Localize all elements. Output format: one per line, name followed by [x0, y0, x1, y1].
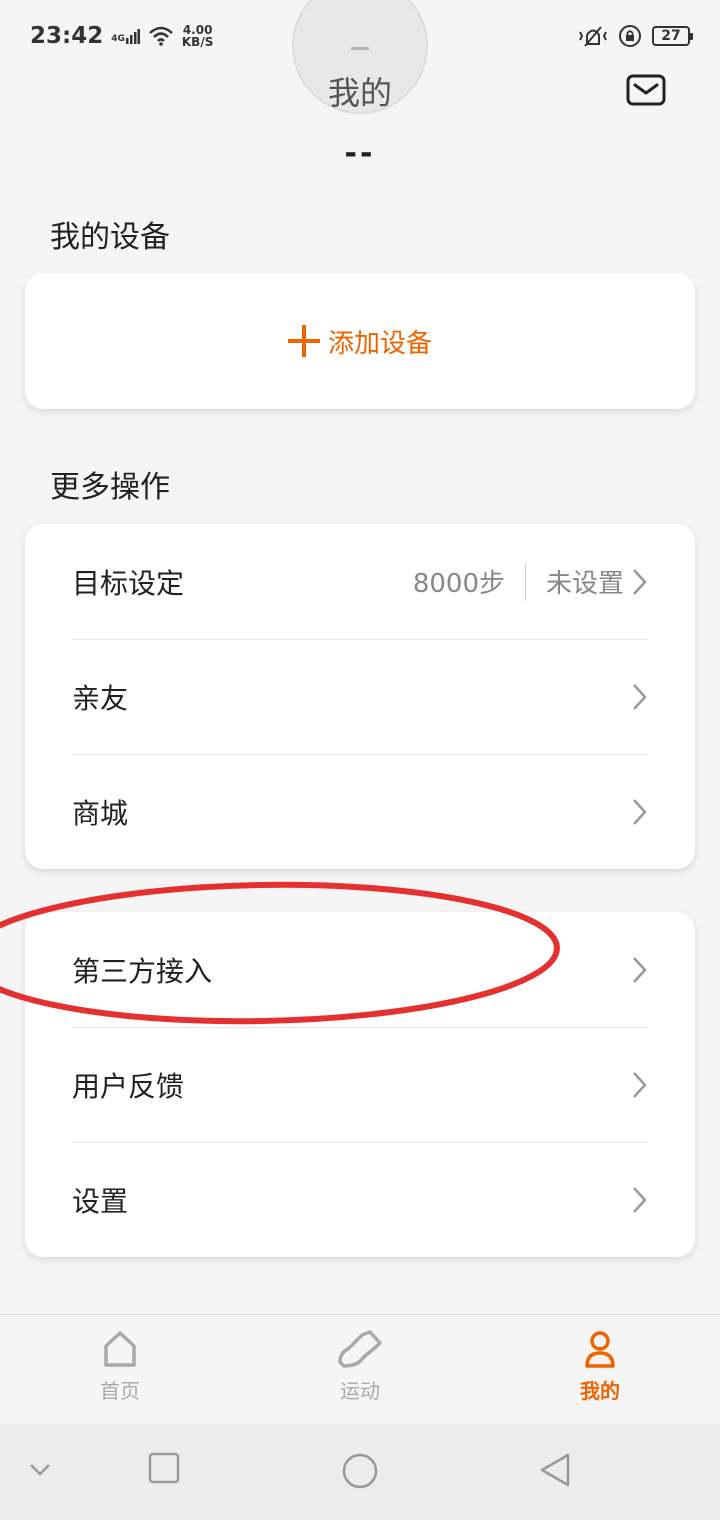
tab-sport-label: 运动 — [340, 1379, 380, 1403]
third-party-row[interactable]: 第三方接入 — [72, 912, 648, 1027]
sneaker-icon — [338, 1330, 382, 1368]
section-title-devices: 我的设备 — [50, 220, 170, 255]
third-party-label: 第三方接入 — [72, 954, 213, 988]
chevron-right-icon — [633, 568, 647, 595]
feedback-row[interactable]: 用户反馈 — [72, 1027, 648, 1142]
status-time: 23:42 — [30, 23, 104, 49]
goal-steps-value: 8000步 — [412, 569, 505, 599]
status-left: 23:42 4G 4.00 KB/S — [30, 23, 213, 49]
user-name[interactable]: -- — [0, 136, 720, 171]
mall-row[interactable]: 商城 — [72, 754, 648, 869]
status-right: 27 — [578, 24, 693, 48]
home-nav-icon[interactable] — [341, 1452, 379, 1490]
tab-home-label: 首页 — [100, 1379, 140, 1403]
add-device-label: 添加设备 — [327, 328, 432, 359]
chevron-down-icon[interactable] — [28, 1462, 52, 1478]
goal-setting-label: 目标设定 — [72, 566, 185, 600]
battery-icon: 27 — [652, 26, 693, 46]
goal-status-value: 未设置 — [545, 569, 624, 599]
bottom-tab-bar: 首页 运动 我的 — [0, 1314, 720, 1424]
chevron-right-icon — [633, 684, 647, 710]
page-title: 我的 — [327, 74, 392, 112]
more-actions-card: 目标设定 8000步 未设置 亲友 商城 — [25, 524, 695, 869]
settings-label: 设置 — [72, 1185, 129, 1218]
divider — [524, 562, 526, 601]
goal-setting-row[interactable]: 目标设定 8000步 未设置 — [72, 524, 648, 639]
network-type: 4G — [111, 34, 125, 44]
chevron-right-icon — [633, 956, 647, 983]
chevron-right-icon — [633, 1187, 647, 1213]
cell-signal-icon: 4G — [111, 28, 140, 44]
plus-icon — [287, 325, 320, 357]
avatar-placeholder — [351, 46, 369, 50]
friends-label: 亲友 — [72, 682, 129, 715]
wifi-icon — [149, 26, 173, 46]
tab-home[interactable]: 首页 — [30, 1315, 210, 1425]
friends-row[interactable]: 亲友 — [72, 639, 648, 754]
rotation-lock-icon — [619, 25, 641, 47]
back-icon[interactable] — [538, 1452, 572, 1488]
section-title-more: 更多操作 — [50, 470, 170, 505]
add-device-button[interactable]: 添加设备 — [25, 273, 695, 409]
vibrate-icon — [579, 26, 607, 47]
tab-sport[interactable]: 运动 — [270, 1315, 450, 1425]
mail-icon[interactable] — [626, 74, 666, 106]
user-icon — [585, 1331, 615, 1368]
tab-mine[interactable]: 我的 — [510, 1315, 690, 1425]
mall-label: 商城 — [72, 797, 129, 830]
network-speed: 4.00 KB/S — [181, 23, 214, 49]
settings-row[interactable]: 设置 — [72, 1142, 648, 1257]
tab-mine-label: 我的 — [580, 1379, 620, 1403]
feedback-label: 用户反馈 — [72, 1070, 185, 1103]
chevron-right-icon — [633, 799, 647, 825]
chevron-right-icon — [633, 1072, 647, 1098]
recent-apps-icon[interactable] — [148, 1452, 180, 1484]
add-device-card[interactable]: 添加设备 — [25, 273, 695, 409]
system-nav-bar — [0, 1424, 720, 1520]
home-icon — [104, 1331, 136, 1367]
other-actions-card: 第三方接入 用户反馈 设置 — [25, 912, 695, 1257]
